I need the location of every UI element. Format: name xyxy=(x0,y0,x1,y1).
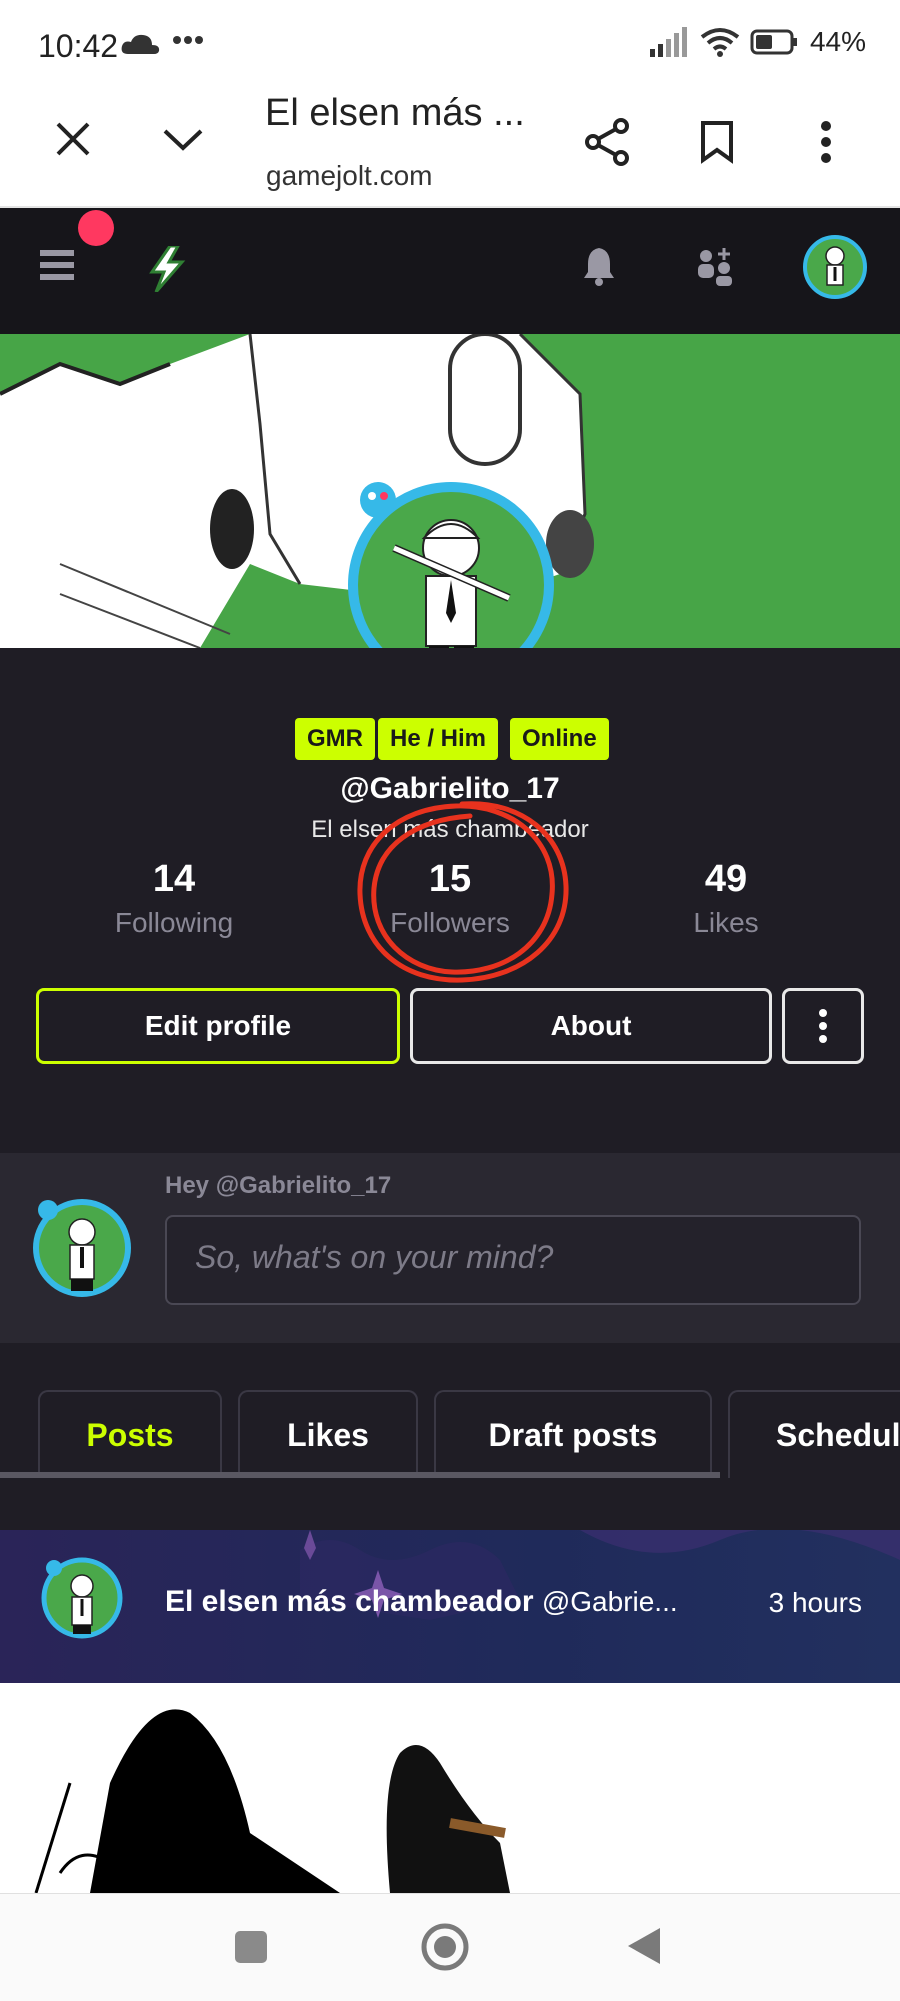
signal-icon xyxy=(649,27,690,57)
post-author-name: El elsen más chambeador xyxy=(165,1585,534,1618)
about-button[interactable]: About xyxy=(410,988,772,1064)
back-icon[interactable] xyxy=(626,1926,662,1966)
hamburger-menu-icon[interactable] xyxy=(40,248,74,282)
stat-likes-value: 49 xyxy=(704,858,748,900)
tag-gmr: GMR xyxy=(295,718,375,760)
close-tab-icon[interactable] xyxy=(54,120,92,158)
recent-apps-icon[interactable] xyxy=(234,1930,268,1964)
profile-more-button[interactable] xyxy=(782,988,864,1064)
composer-greeting: Hey @Gabrielito_17 xyxy=(165,1172,392,1199)
status-time: 10:42 xyxy=(38,28,119,64)
tag-pronouns: He / Him xyxy=(378,718,499,760)
chevron-down-icon[interactable] xyxy=(162,128,204,152)
wifi-icon xyxy=(700,27,740,57)
tag-online: Online xyxy=(510,718,609,760)
stat-likes-label: Likes xyxy=(693,907,759,938)
bell-icon[interactable] xyxy=(584,244,614,286)
user-avatar-header[interactable] xyxy=(802,234,868,300)
tab-posts[interactable]: Posts xyxy=(38,1390,222,1478)
status-icons: 44% xyxy=(649,26,866,58)
bookmark-icon[interactable] xyxy=(700,120,734,164)
post-author-handle: @Gabrie... xyxy=(541,1586,678,1617)
stat-following-value: 14 xyxy=(152,858,196,900)
more-status-icon xyxy=(172,34,204,46)
battery-icon xyxy=(750,28,800,56)
stat-likes[interactable]: 49 Likes xyxy=(626,858,826,939)
notification-dot xyxy=(78,210,114,246)
stat-following-label: Following xyxy=(114,907,234,938)
page-url[interactable]: gamejolt.com xyxy=(266,160,433,192)
post-timestamp: 3 hours xyxy=(768,1587,862,1618)
composer-input[interactable]: So, what's on your mind? xyxy=(165,1215,861,1305)
stat-following[interactable]: 14 Following xyxy=(74,858,274,939)
post-image[interactable] xyxy=(0,1683,900,1893)
battery-percent: 44% xyxy=(809,26,866,57)
tab-draft-posts[interactable]: Draft posts xyxy=(434,1390,712,1478)
post-author-avatar[interactable] xyxy=(40,1556,124,1640)
tab-scheduled[interactable]: Schedul xyxy=(728,1390,900,1478)
tab-likes[interactable]: Likes xyxy=(238,1390,418,1478)
more-vertical-icon xyxy=(819,1009,827,1043)
annotation-circle xyxy=(352,796,576,986)
page-title: El elsen más ... xyxy=(265,92,525,134)
composer-avatar[interactable] xyxy=(30,1196,134,1300)
friends-icon[interactable] xyxy=(694,246,734,286)
edit-profile-button[interactable]: Edit profile xyxy=(36,988,400,1064)
share-icon[interactable] xyxy=(584,118,630,166)
cloud-icon xyxy=(120,32,162,56)
browser-menu-icon[interactable] xyxy=(820,120,832,164)
site-header xyxy=(0,208,900,334)
post-author-line[interactable]: El elsen más chambeador @Gabrie... xyxy=(165,1585,678,1619)
home-icon[interactable] xyxy=(420,1922,470,1972)
gamejolt-logo-icon[interactable] xyxy=(146,246,188,292)
tabs-scrollbar[interactable] xyxy=(0,1472,720,1478)
